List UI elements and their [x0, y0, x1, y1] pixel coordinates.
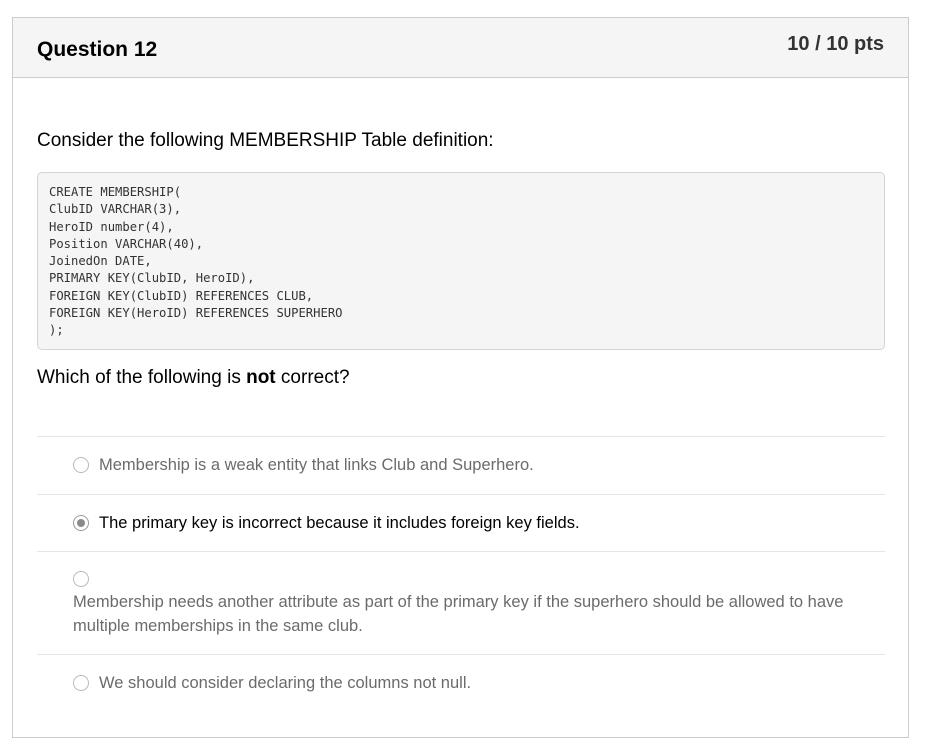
- prompt-text-before: Which of the following is: [37, 367, 247, 388]
- radio-button[interactable]: [73, 457, 89, 473]
- answer-option[interactable]: We should consider declaring the columns…: [37, 654, 885, 714]
- question-card: Question 12 10 / 10 pts Consider the fol…: [12, 17, 909, 738]
- question-prompt: Which of the following is not correct?: [37, 367, 350, 389]
- answer-label: We should consider declaring the columns…: [99, 674, 472, 692]
- code-block: CREATE MEMBERSHIP( ClubID VARCHAR(3), He…: [37, 172, 885, 350]
- answer-list: Membership is a weak entity that links C…: [37, 436, 885, 714]
- answer-label: The primary key is incorrect because it …: [99, 514, 580, 532]
- question-header: Question 12 10 / 10 pts: [13, 18, 908, 78]
- prompt-emphasis: not: [246, 367, 276, 388]
- answer-option-selected[interactable]: The primary key is incorrect because it …: [37, 494, 885, 551]
- answer-label: Membership is a weak entity that links C…: [99, 456, 534, 474]
- question-intro: Consider the following MEMBERSHIP Table …: [37, 130, 494, 151]
- answer-option[interactable]: Membership needs another attribute as pa…: [37, 551, 885, 654]
- radio-button-checked[interactable]: [73, 515, 89, 531]
- prompt-text-after: correct?: [275, 367, 350, 388]
- radio-button[interactable]: [73, 675, 89, 691]
- question-title: Question 12: [37, 38, 158, 61]
- points-score: 10 / 10 pts: [787, 33, 884, 55]
- answer-label: Membership needs another attribute as pa…: [73, 593, 844, 635]
- answer-option[interactable]: Membership is a weak entity that links C…: [37, 436, 885, 494]
- radio-button[interactable]: [73, 571, 89, 587]
